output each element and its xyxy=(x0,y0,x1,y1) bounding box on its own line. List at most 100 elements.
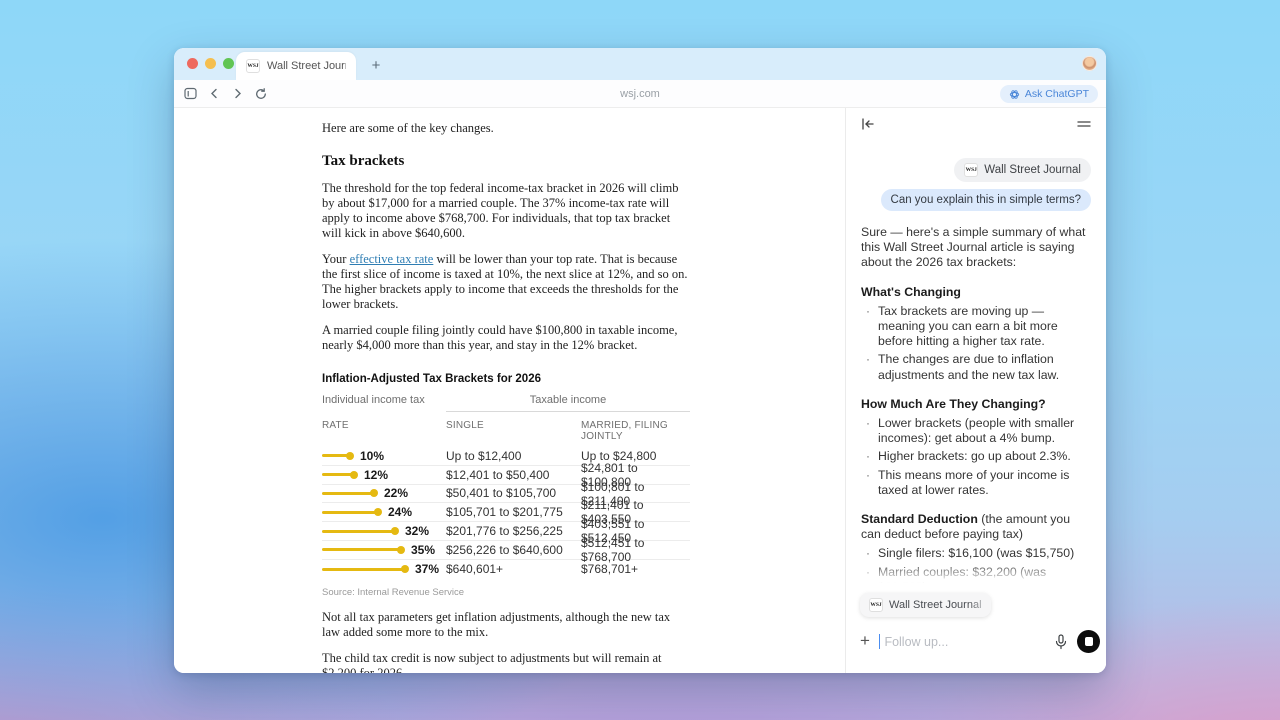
chat-bullet: · Single filers: $16,100 (was $15,750) xyxy=(861,546,1091,561)
rate-bar xyxy=(322,492,375,495)
rate-cell: 35% xyxy=(322,543,446,557)
close-window-button[interactable] xyxy=(187,58,198,69)
stop-voice-button[interactable] xyxy=(1077,630,1100,653)
single-range: $256,226 to $640,600 xyxy=(446,543,581,557)
paragraph-text: Your xyxy=(322,252,350,266)
page-content: Here are some of the key changes. Tax br… xyxy=(174,108,1106,673)
table-source: Source: Internal Revenue Service xyxy=(322,587,690,598)
rate-bar xyxy=(322,454,351,457)
bullet-marker-icon: · xyxy=(866,304,870,319)
bullet-text: Higher brackets: go up about 2.3%. xyxy=(878,449,1071,463)
single-range: $50,401 to $105,700 xyxy=(446,486,581,500)
rate-label: 35% xyxy=(411,543,435,557)
table-title: Inflation-Adjusted Tax Brackets for 2026 xyxy=(322,373,690,385)
chat-message-list: WSJ Wall Street Journal Can you explain … xyxy=(846,142,1106,587)
rate-cell: 24% xyxy=(322,505,446,519)
source-context-chip[interactable]: WSJ Wall Street Journal xyxy=(954,158,1091,182)
chat-bullet: · Married couples: $32,200 (was $31,500) xyxy=(861,565,1091,587)
composer-input-row: + xyxy=(860,630,1092,653)
bullet-text: Single filers: $16,100 (was $15,750) xyxy=(878,546,1074,560)
ask-chatgpt-label: Ask ChatGPT xyxy=(1025,88,1089,100)
rate-bar xyxy=(322,473,355,476)
tab-bar: WSJ Wall Street Journal + xyxy=(174,48,1106,80)
bullet-text: The changes are due to inflation adjustm… xyxy=(878,352,1059,381)
ask-chatgpt-button[interactable]: Ask ChatGPT xyxy=(1000,85,1098,103)
article-paragraph: Not all tax parameters get inflation adj… xyxy=(322,610,690,640)
follow-up-input[interactable] xyxy=(884,635,1045,649)
bullet-marker-icon: · xyxy=(866,416,870,431)
panel-menu-icon[interactable] xyxy=(1077,119,1091,129)
chat-bullet: ·Higher brackets: go up about 2.3%. xyxy=(861,449,1091,464)
rate-label: 10% xyxy=(360,449,384,463)
rate-cell: 32% xyxy=(322,524,446,538)
maximize-window-button[interactable] xyxy=(223,58,234,69)
chatgpt-side-panel: WSJ Wall Street Journal Can you explain … xyxy=(845,108,1106,673)
column-header-rate: RATE xyxy=(322,420,446,442)
article-intro: Here are some of the key changes. xyxy=(322,121,690,136)
tax-table-row: 37%$640,601+$768,701+ xyxy=(322,560,690,579)
chat-section: What's Changing ·Tax brackets are moving … xyxy=(861,285,1091,383)
article-paragraph: A married couple filing jointly could ha… xyxy=(322,323,690,353)
chat-bullet: · The changes are due to inflation adjust… xyxy=(861,352,1091,382)
column-header-single: SINGLE xyxy=(446,420,581,442)
bullet-marker-icon: · xyxy=(866,352,870,367)
sidebar-toggle-icon[interactable] xyxy=(184,87,197,100)
wsj-favicon-icon: WSJ xyxy=(869,598,883,612)
tax-brackets-table: Inflation-Adjusted Tax Brackets for 2026… xyxy=(322,373,690,598)
chat-panel-header xyxy=(846,108,1106,140)
article-paragraph: The child tax credit is now subject to a… xyxy=(322,651,690,673)
chat-composer: WSJ Wall Street Journal + xyxy=(846,587,1106,673)
married-range: $512,451 to $768,700 xyxy=(581,536,690,564)
rate-label: 22% xyxy=(384,486,408,500)
rate-cell: 22% xyxy=(322,486,446,500)
profile-avatar[interactable] xyxy=(1082,56,1097,71)
article-paragraph: The threshold for the top federal income… xyxy=(322,181,690,241)
bullet-marker-icon: · xyxy=(866,468,870,483)
effective-tax-rate-link[interactable]: effective tax rate xyxy=(350,252,434,266)
single-range: $201,776 to $256,225 xyxy=(446,524,581,538)
browser-toolbar: wsj.com Ask ChatGPT xyxy=(174,80,1106,108)
bullet-marker-icon: · xyxy=(866,565,870,580)
text-caret xyxy=(879,634,881,649)
rate-cell: 37% xyxy=(322,562,446,576)
column-header-married: MARRIED, FILING JOINTLY xyxy=(581,420,690,442)
openai-logo-icon xyxy=(1009,89,1020,100)
tab-wall-street-journal[interactable]: WSJ Wall Street Journal xyxy=(236,52,356,80)
single-range: Up to $12,400 xyxy=(446,449,581,463)
group-individual-income-tax: Individual income tax xyxy=(322,394,446,412)
attach-plus-icon[interactable]: + xyxy=(860,632,870,651)
rate-bar xyxy=(322,530,396,533)
article-heading-tax-brackets: Tax brackets xyxy=(322,153,690,170)
chat-bullet: · This means more of your income is taxed… xyxy=(861,468,1091,498)
wsj-favicon-icon: WSJ xyxy=(246,59,260,73)
rate-cell: 12% xyxy=(322,468,446,482)
rate-cell: 10% xyxy=(322,449,446,463)
composer-context-chip[interactable]: WSJ Wall Street Journal xyxy=(860,593,991,617)
rate-bar xyxy=(322,568,406,571)
reload-button-icon[interactable] xyxy=(255,88,267,100)
forward-button-icon[interactable] xyxy=(232,88,243,99)
single-range: $640,601+ xyxy=(446,562,581,576)
bullet-text: This means more of your income is taxed … xyxy=(878,468,1069,497)
rate-label: 12% xyxy=(364,468,388,482)
rate-bar xyxy=(322,548,402,551)
back-button-icon[interactable] xyxy=(209,88,220,99)
bullet-marker-icon: · xyxy=(866,546,870,561)
chat-section-heading: What's Changing xyxy=(861,285,1091,300)
address-url[interactable]: wsj.com xyxy=(174,88,1106,100)
bullet-text: Married couples: $32,200 (was $31,500) xyxy=(878,565,1046,587)
article-paragraph: Your effective tax rate will be lower th… xyxy=(322,252,690,312)
rate-label: 37% xyxy=(415,562,439,576)
source-chip-label: Wall Street Journal xyxy=(984,164,1081,176)
new-tab-button[interactable]: + xyxy=(366,56,386,76)
chip-text-fade xyxy=(969,593,991,617)
microphone-icon[interactable] xyxy=(1054,634,1068,650)
chat-section: How Much Are They Changing?·Lower bracke… xyxy=(861,397,1091,498)
minimize-window-button[interactable] xyxy=(205,58,216,69)
collapse-panel-icon[interactable] xyxy=(861,118,875,130)
chat-bullet: ·Tax brackets are moving up — meaning yo… xyxy=(861,304,1091,350)
chat-section-heading: Standard Deduction (the amount you can d… xyxy=(861,512,1091,542)
user-message-bubble: Can you explain this in simple terms? xyxy=(881,189,1091,211)
table-column-headers: RATE SINGLE MARRIED, FILING JOINTLY xyxy=(322,412,690,447)
tab-title: Wall Street Journal xyxy=(267,60,346,72)
